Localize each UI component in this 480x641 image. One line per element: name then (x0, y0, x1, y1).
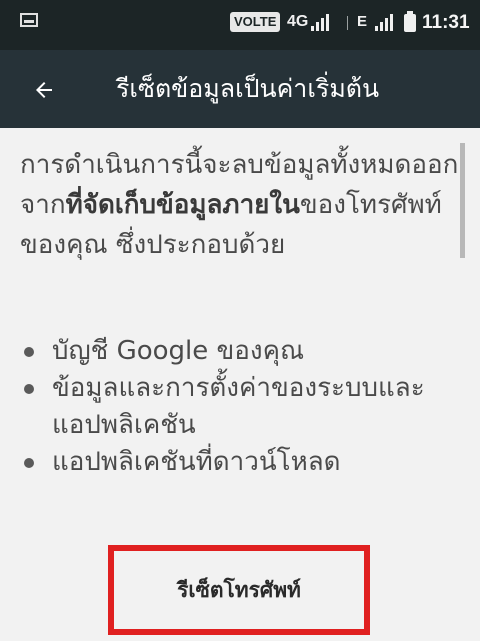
reset-content: การดำเนินการนี้จะลบข้อมูลทั้งหมดออกจากที… (0, 128, 480, 641)
back-button[interactable] (24, 70, 64, 110)
divider (347, 16, 348, 30)
bullet-icon (24, 347, 34, 357)
status-time: 11:31 (422, 12, 470, 33)
list-item: บัญชี Google ของคุณ (20, 333, 460, 370)
volte-icon: VOLTE (230, 12, 281, 32)
reset-description: การดำเนินการนี้จะลบข้อมูลทั้งหมดออกจากที… (20, 145, 460, 265)
signal-icon-secondary (375, 13, 393, 31)
internal-storage-emphasis: ที่จัดเก็บข้อมูลภายใน (65, 190, 300, 220)
page-title: รีเซ็ตข้อมูลเป็นค่าเริ่มต้น (116, 74, 380, 103)
bullet-icon (24, 458, 34, 468)
list-item-text: บัญชี Google ของคุณ (52, 336, 305, 366)
list-item: ข้อมูลและการตั้งค่าของระบบและแอปพลิเคชัน (20, 370, 460, 444)
network-type-label: 4G (287, 13, 309, 30)
status-bar: VOLTE 4G E 11:31 (0, 0, 480, 50)
erased-items-list: บัญชี Google ของคุณ ข้อมูลและการตั้งค่าข… (20, 333, 460, 481)
image-icon (20, 13, 38, 27)
list-item-text: แอปพลิเคชันที่ดาวน์โหลด (52, 447, 341, 477)
secondary-network-type-label: E (357, 13, 368, 30)
list-item: แอปพลิเคชันที่ดาวน์โหลด (20, 444, 460, 481)
app-bar: รีเซ็ตข้อมูลเป็นค่าเริ่มต้น (0, 50, 480, 128)
arrow-left-icon (36, 82, 52, 98)
signal-icon (311, 13, 329, 31)
reset-phone-button[interactable]: รีเซ็ตโทรศัพท์ (116, 553, 362, 627)
bullet-icon (24, 384, 34, 394)
scrollbar[interactable] (460, 143, 465, 258)
list-item-text: ข้อมูลและการตั้งค่าของระบบและแอปพลิเคชัน (52, 373, 425, 440)
battery-icon (404, 11, 416, 32)
